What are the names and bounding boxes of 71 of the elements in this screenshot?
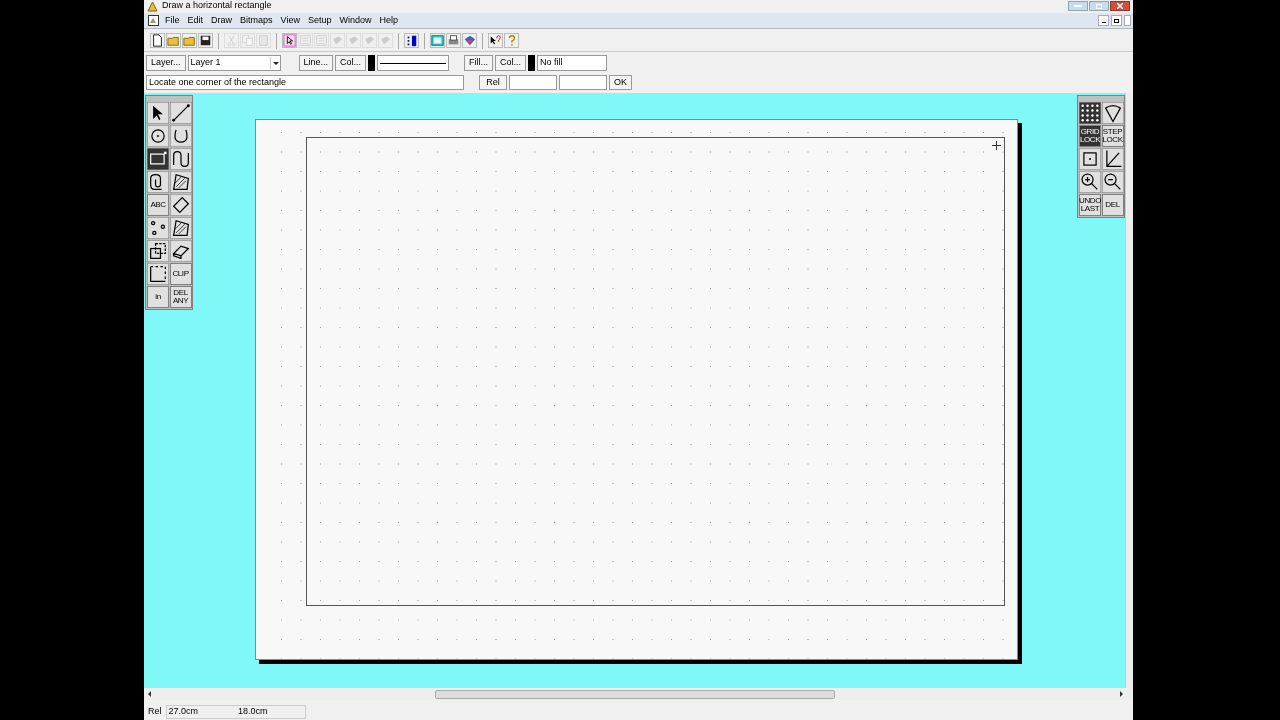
- fill-field[interactable]: No fill: [537, 55, 608, 71]
- line-color-swatch: [368, 55, 376, 71]
- scroll-thumb[interactable]: [435, 689, 835, 699]
- overlapping-squares-icon[interactable]: [147, 240, 169, 262]
- menu-item[interactable]: File: [161, 13, 184, 28]
- pointer-icon[interactable]: [282, 33, 297, 48]
- tool-button[interactable]: UNDO LAST: [1079, 194, 1101, 216]
- menu-item[interactable]: Edit: [183, 13, 208, 28]
- fill-color-swatch: [528, 55, 536, 71]
- zoom-out-icon[interactable]: [1101, 171, 1124, 193]
- points-icon[interactable]: [147, 217, 169, 239]
- document-icon[interactable]: [148, 15, 159, 26]
- rel-button[interactable]: Rel: [479, 75, 507, 90]
- folder-icon[interactable]: [182, 33, 197, 48]
- spiral-icon[interactable]: [147, 171, 169, 193]
- hatched-shape-icon[interactable]: [169, 217, 192, 239]
- tool-button[interactable]: STEP LOCK: [1101, 125, 1124, 147]
- tool-button[interactable]: GRID LOCK: [1079, 125, 1101, 147]
- y-input-field[interactable]: [559, 75, 607, 90]
- line-icon[interactable]: [169, 102, 192, 124]
- fan-icon[interactable]: [1101, 102, 1124, 124]
- line-button[interactable]: Line...: [298, 55, 334, 71]
- menu-item[interactable]: Bitmaps: [236, 13, 277, 28]
- scroll-right-icon[interactable]: [1119, 691, 1123, 697]
- status-coordinates: 27.0cm 18.0cm: [165, 704, 306, 719]
- hatched-shape-icon[interactable]: [169, 171, 192, 193]
- fill-button[interactable]: Fill...: [464, 55, 494, 71]
- curve-icon[interactable]: [169, 148, 192, 170]
- arrow-icon[interactable]: [147, 102, 169, 124]
- zoom-in-icon[interactable]: [1079, 171, 1101, 193]
- ok-button[interactable]: OK: [609, 75, 632, 90]
- dashed-corner-icon[interactable]: [147, 263, 169, 285]
- tool-button[interactable]: ABC: [147, 194, 169, 216]
- status-label: Rel: [148, 704, 162, 718]
- fill-color-button[interactable]: Col...: [495, 55, 527, 71]
- arc-icon[interactable]: [169, 125, 192, 147]
- menu-item[interactable]: Help: [375, 13, 402, 28]
- page-icon[interactable]: [150, 33, 165, 48]
- window-title: Draw a horizontal rectangle: [162, 0, 272, 13]
- axes-icon[interactable]: [1101, 148, 1124, 170]
- tool-button[interactable]: in: [147, 286, 169, 308]
- scroll-left-icon[interactable]: [148, 691, 152, 697]
- crosshair-cursor-icon: [992, 141, 1001, 150]
- save-icon[interactable]: [198, 33, 213, 48]
- caret-icon: [269, 57, 280, 69]
- restore-button[interactable]: [1111, 15, 1122, 26]
- tool-button[interactable]: DEL ANY: [169, 286, 192, 308]
- prompt-field: Locate one corner of the rectangle: [146, 75, 464, 90]
- line-style-field[interactable]: [377, 55, 450, 71]
- menu-item[interactable]: Draw: [207, 13, 237, 28]
- eraser-icon[interactable]: [169, 240, 192, 262]
- line-color-button[interactable]: Col...: [335, 55, 367, 71]
- bars-icon[interactable]: [404, 33, 419, 48]
- printer-icon[interactable]: [446, 33, 461, 48]
- layer-dropdown[interactable]: Layer 1: [187, 55, 281, 71]
- screen-icon[interactable]: [430, 33, 445, 48]
- menu-item[interactable]: Setup: [303, 13, 336, 28]
- tool-button[interactable]: DEL: [1101, 194, 1124, 216]
- menu-item[interactable]: Window: [335, 13, 376, 28]
- minimize-button[interactable]: [1098, 15, 1109, 26]
- close-icon: [1117, 3, 1123, 9]
- folder-icon[interactable]: [166, 33, 181, 48]
- dot-grid-icon[interactable]: [1079, 102, 1101, 124]
- layer-button[interactable]: Layer...: [146, 55, 186, 71]
- app-icon: [147, 0, 158, 12]
- x-input-field[interactable]: [509, 75, 557, 90]
- whats-this-icon[interactable]: [488, 33, 503, 48]
- tag-icon[interactable]: [169, 194, 192, 216]
- cube-icon[interactable]: [462, 33, 477, 48]
- menu-item[interactable]: View: [276, 13, 304, 28]
- tool-button[interactable]: CLIP: [169, 263, 192, 285]
